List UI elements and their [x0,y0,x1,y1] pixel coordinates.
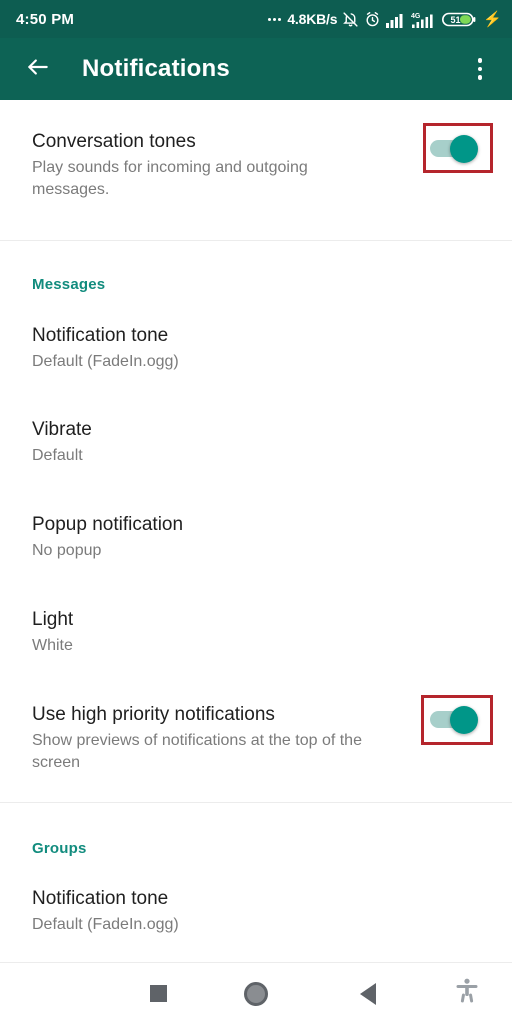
status-bar: 4:50 PM 4.8KB/s 4G 51 ⚡ [0,0,512,38]
setting-title: Light [32,609,74,630]
navigation-bar [0,962,512,1024]
setting-subtitle: Default [32,447,83,464]
setting-title: Vibrate [32,419,92,440]
phone-screen: 4:50 PM 4.8KB/s 4G 51 ⚡ Notifications Co… [0,0,512,1024]
accessibility-button[interactable] [455,978,479,1009]
setting-title: Notification tone [32,325,169,346]
svg-text:4G: 4G [411,13,421,20]
setting-subtitle: Play sounds for incoming and outgoing me… [32,159,308,198]
signal-bars-4g-icon: 4G [411,11,437,28]
setting-row-light[interactable]: Light White [0,608,512,657]
triangle-left-icon [360,982,376,1005]
home-button[interactable] [244,981,268,1006]
battery-icon: 51 [442,11,476,28]
setting-row-conversation-tones[interactable]: Conversation tones Play sounds for incom… [0,123,512,201]
recents-button[interactable] [150,985,167,1002]
more-vertical-icon[interactable] [462,49,498,89]
setting-subtitle: Default (FadeIn.ogg) [32,916,179,933]
setting-row-group-notification-tone[interactable]: Notification tone Default (FadeIn.ogg) [0,887,512,936]
setting-title: Popup notification [32,514,184,535]
bell-muted-icon [342,11,359,28]
charging-bolt-icon: ⚡ [483,10,502,28]
setting-subtitle: White [32,637,73,654]
accessibility-icon [455,978,479,1009]
setting-subtitle: No popup [32,542,102,559]
divider [0,240,512,241]
annotation-box-conversation-tones [423,123,493,173]
section-header-groups: Groups [32,840,87,857]
page-title: Notifications [82,55,230,82]
circle-icon [244,981,268,1006]
battery-percent-label: 51 [451,15,461,25]
setting-title: Notification tone [32,888,169,909]
status-icons: 4.8KB/s 4G 51 ⚡ [268,11,502,28]
divider [0,802,512,803]
signal-bars-icon [386,11,406,28]
setting-subtitle: Show previews of notifications at the to… [32,732,362,771]
setting-row-popup-notification[interactable]: Popup notification No popup [0,513,512,562]
settings-list[interactable]: Conversation tones Play sounds for incom… [0,100,512,962]
setting-row-use-high-priority-notifications[interactable]: Use high priority notifications Show pre… [0,695,512,774]
section-header-messages: Messages [32,276,106,293]
network-speed-label: 4.8KB/s [287,11,338,27]
setting-row-vibrate[interactable]: Vibrate Default [0,418,512,467]
annotation-box-use-high-priority-notifications [421,695,493,745]
square-icon [150,985,167,1002]
arrow-left-icon [25,54,51,85]
setting-row-notification-tone[interactable]: Notification tone Default (FadeIn.ogg) [0,324,512,373]
setting-subtitle: Default (FadeIn.ogg) [32,353,179,370]
alarm-clock-icon [364,11,381,28]
back-button[interactable] [10,41,66,97]
back-button[interactable] [360,982,376,1005]
status-clock: 4:50 PM [16,10,75,28]
ellipsis-icon [268,17,282,21]
app-bar: Notifications [0,38,512,100]
